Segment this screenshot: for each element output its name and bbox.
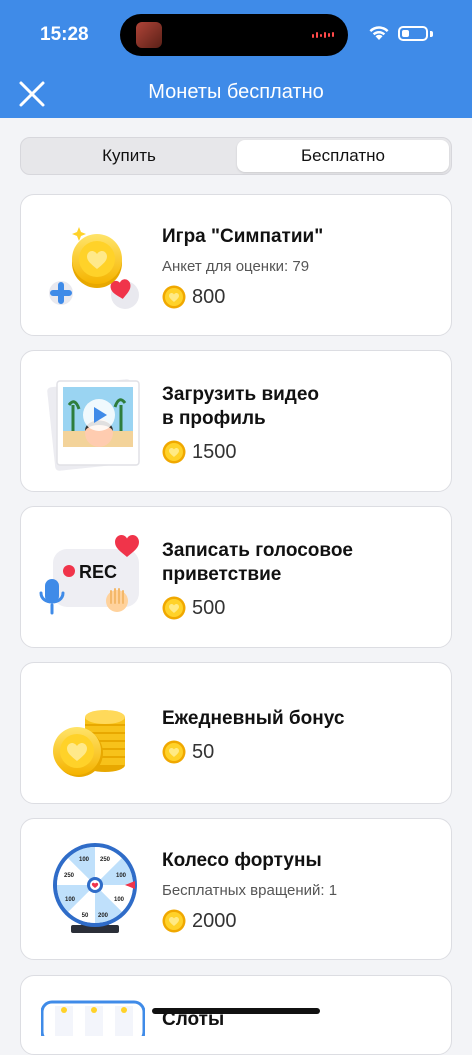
offer-title: Загрузить видео bbox=[162, 384, 320, 405]
tab-buy[interactable]: Купить bbox=[23, 140, 235, 172]
reward-amount: 800 bbox=[192, 285, 226, 308]
svg-text:100: 100 bbox=[116, 873, 127, 879]
navigation-bar: Монеты бесплатно bbox=[0, 70, 472, 118]
status-time: 15:28 bbox=[40, 24, 89, 45]
svg-text:100: 100 bbox=[65, 897, 76, 903]
svg-text:100: 100 bbox=[114, 897, 125, 903]
wifi-icon bbox=[369, 26, 389, 40]
offer-title-line2: приветствие bbox=[162, 564, 282, 585]
voice-greeting-icon: REC bbox=[39, 535, 139, 615]
reward-amount: 2000 bbox=[192, 909, 237, 932]
offer-subtitle: Анкет для оценки: 79 bbox=[162, 258, 310, 275]
svg-text:250: 250 bbox=[64, 873, 75, 879]
home-indicator bbox=[152, 1008, 320, 1014]
reward-amount: 50 bbox=[192, 740, 215, 763]
coin-icon bbox=[162, 285, 186, 309]
offer-title: Игра "Симпатии" bbox=[162, 226, 324, 247]
offer-title: Ежедневный бонус bbox=[162, 708, 345, 729]
offer-card-voice-greeting[interactable]: REC Записать голосовое приветствие 500 bbox=[20, 506, 452, 648]
dynamic-island bbox=[120, 14, 348, 56]
status-bar: 15:28 bbox=[0, 0, 472, 70]
offer-card-daily-bonus[interactable]: Ежедневный бонус 50 bbox=[20, 662, 452, 804]
offer-title: Колесо фортуны bbox=[162, 850, 322, 871]
reward: 1500 bbox=[162, 439, 237, 465]
coin-icon bbox=[162, 440, 186, 464]
fortune-wheel-icon: 250 100 100 200 50 100 250 100 bbox=[53, 843, 137, 933]
offer-card-slots[interactable]: Слоты bbox=[20, 975, 452, 1055]
video-profile-icon bbox=[47, 379, 140, 471]
battery-icon bbox=[398, 26, 428, 41]
reward-amount: 500 bbox=[192, 596, 226, 619]
coin-icon bbox=[162, 596, 186, 620]
now-playing-artwork bbox=[136, 22, 162, 48]
reward-amount: 1500 bbox=[192, 440, 237, 463]
coin-icon bbox=[162, 740, 186, 764]
slots-icon bbox=[41, 1000, 145, 1036]
coin-icon bbox=[162, 909, 186, 933]
audio-waveform-icon bbox=[312, 32, 334, 38]
offer-card-upload-video[interactable]: Загрузить видео в профиль 1500 bbox=[20, 350, 452, 492]
offer-card-fortune-wheel[interactable]: 250 100 100 200 50 100 250 100 Колесо фо… bbox=[20, 818, 452, 960]
coin-stack-icon bbox=[53, 697, 125, 777]
svg-text:50: 50 bbox=[82, 913, 89, 919]
tab-free[interactable]: Бесплатно bbox=[237, 140, 449, 172]
sympathy-game-icon bbox=[49, 227, 139, 309]
offer-title-line2: в профиль bbox=[162, 408, 266, 429]
offer-card-sympathy-game[interactable]: Игра "Симпатии" Анкет для оценки: 79 800 bbox=[20, 194, 452, 336]
offer-title: Записать голосовое bbox=[162, 540, 354, 561]
offer-subtitle: Бесплатных вращений: 1 bbox=[162, 882, 338, 899]
page-title: Монеты бесплатно bbox=[148, 81, 324, 103]
svg-text:100: 100 bbox=[79, 857, 90, 863]
reward: 500 bbox=[162, 595, 225, 621]
rec-label: REC bbox=[79, 562, 117, 582]
svg-text:200: 200 bbox=[98, 913, 109, 919]
reward: 800 bbox=[162, 284, 225, 310]
segmented-control: Купить Бесплатно bbox=[20, 137, 452, 175]
reward: 2000 bbox=[162, 908, 237, 934]
reward: 50 bbox=[162, 739, 214, 765]
svg-text:250: 250 bbox=[100, 857, 111, 863]
